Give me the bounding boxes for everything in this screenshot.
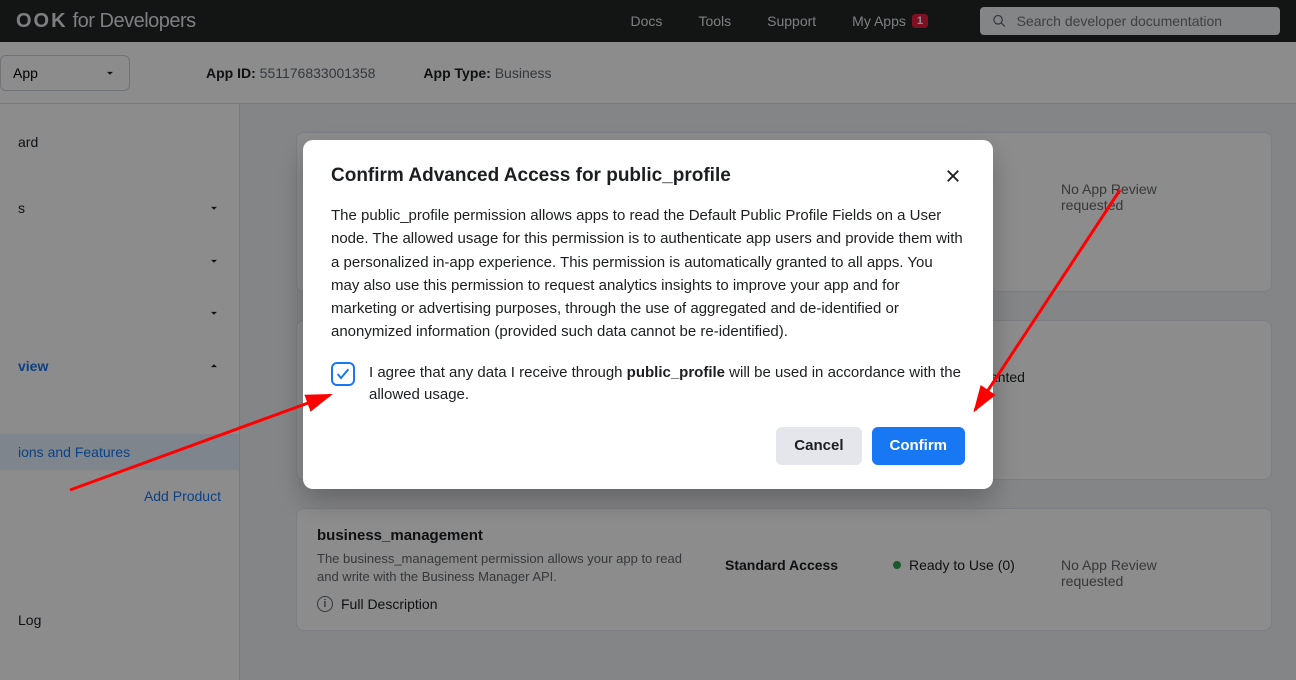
cancel-button[interactable]: Cancel xyxy=(776,427,861,465)
close-icon xyxy=(944,167,962,185)
confirm-access-dialog: Confirm Advanced Access for public_profi… xyxy=(303,140,993,489)
agree-checkbox[interactable] xyxy=(331,362,355,386)
check-icon xyxy=(335,366,351,382)
dialog-body: The public_profile permission allows app… xyxy=(331,204,965,344)
modal-overlay: Confirm Advanced Access for public_profi… xyxy=(0,0,1296,680)
dialog-title: Confirm Advanced Access for public_profi… xyxy=(331,165,731,187)
confirm-button[interactable]: Confirm xyxy=(872,427,966,465)
agree-text: I agree that any data I receive through … xyxy=(369,362,965,407)
close-button[interactable] xyxy=(941,164,965,188)
